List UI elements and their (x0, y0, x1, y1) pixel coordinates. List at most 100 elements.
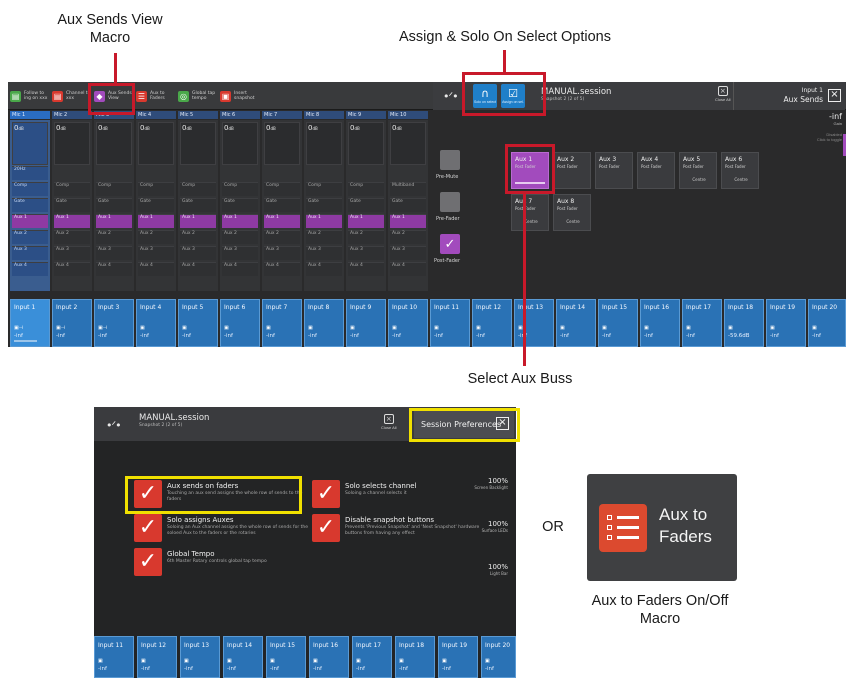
aux-row[interactable]: Aux 4 (222, 262, 258, 276)
aux-bus-button[interactable]: Aux 6 Post Fader Centre (721, 152, 759, 189)
macro-aux-to-faders[interactable]: ☰ Aux to Faders (136, 87, 178, 105)
comp-row[interactable]: Comp (222, 182, 258, 196)
channel-header[interactable]: Mic 9 (346, 111, 386, 119)
input-fader[interactable]: Input 17 ▣ -inf (352, 636, 392, 678)
aux-row[interactable]: Aux 1 (264, 214, 300, 228)
input-fader[interactable]: Input 9 ▣ -inf (346, 299, 386, 347)
comp-row[interactable]: Comp (180, 182, 216, 196)
post-fader-check-icon[interactable]: ✓ (440, 234, 460, 254)
aux-row[interactable]: Aux 1 (12, 214, 48, 228)
aux-row[interactable]: Aux 3 (222, 246, 258, 260)
aux-row[interactable]: Aux 1 (138, 214, 174, 228)
input-fader[interactable]: Input 12 ▣ -inf (137, 636, 177, 678)
input-fader[interactable]: Input 16 ▣ -inf (640, 299, 680, 347)
input-fader[interactable]: Input 4 ▣ -inf (136, 299, 176, 347)
gate-row[interactable]: Gate (54, 198, 90, 212)
aux-bus-button[interactable]: Aux 8 Post Fader Centre (553, 194, 591, 231)
macro-insert-snapshot[interactable]: ▣ Insert snapshot (220, 87, 262, 105)
check-icon[interactable]: ✓ (134, 548, 162, 576)
aux-bus-button[interactable]: Aux 2 Post Fader (553, 152, 591, 189)
input-fader[interactable]: Input 10 ▣ -inf (388, 299, 428, 347)
input-fader[interactable]: Input 3 ▣⊣ -inf (94, 299, 134, 347)
input-fader[interactable]: Input 13▣-inf (514, 299, 554, 347)
aux-bus-button[interactable]: Aux 7 Post Fader Centre (511, 194, 549, 231)
comp-row[interactable]: Comp (348, 182, 384, 196)
aux-row[interactable]: Aux 1 (54, 214, 90, 228)
aux-row[interactable]: Aux 3 (348, 246, 384, 260)
aux-row[interactable]: Aux 1 (348, 214, 384, 228)
input-fader[interactable]: Input 14 ▣ -inf (223, 636, 263, 678)
aux-row[interactable]: Aux 4 (138, 262, 174, 276)
multiband-row[interactable]: Multiband (390, 182, 426, 196)
aux-row[interactable]: Aux 4 (390, 262, 426, 276)
aux-row[interactable]: Aux 4 (180, 262, 216, 276)
aux-row[interactable]: Aux 3 (390, 246, 426, 260)
input-fader[interactable]: Input 5 ▣ -inf (178, 299, 218, 347)
macro-global-tempo[interactable]: ◎ Global tap tempo (178, 87, 220, 105)
input-fader[interactable]: Input 13▣-inf (180, 636, 220, 678)
comp-row[interactable]: Comp (306, 182, 342, 196)
aux-bus-button[interactable]: Aux 3 Post Fader (595, 152, 633, 189)
aux-row[interactable]: Aux 1 (180, 214, 216, 228)
gate-row[interactable]: Gate (96, 198, 132, 212)
aux-row[interactable]: Aux 3 (264, 246, 300, 260)
input-fader[interactable]: Input 6 ▣ -inf (220, 299, 260, 347)
aux-row[interactable]: Aux 4 (54, 262, 90, 276)
close-panel-icon[interactable]: × (828, 89, 841, 102)
surface-leds-level[interactable]: 100% Surface LEDs (482, 520, 508, 533)
aux-row[interactable]: Aux 1 (96, 214, 132, 228)
input-fader[interactable]: Input 2 ▣⊣ -inf (52, 299, 92, 347)
aux-row[interactable]: Aux 3 (306, 246, 342, 260)
gate-row[interactable]: Gate (138, 198, 174, 212)
gate-row[interactable]: Gate (180, 198, 216, 212)
macro-button-1[interactable]: ▤ Follow to ing on xxx (10, 87, 52, 105)
aux-row[interactable]: Aux 2 (138, 230, 174, 244)
input-fader[interactable]: Input 19 ▣ -inf (766, 299, 806, 347)
channel-header[interactable]: Mic 2 (52, 111, 92, 119)
aux-row[interactable]: Aux 1 (222, 214, 258, 228)
aux-row[interactable]: Aux 4 (96, 262, 132, 276)
aux-row[interactable]: Aux 2 (390, 230, 426, 244)
channel-header[interactable]: Mic 10 (388, 111, 428, 119)
gate-row[interactable]: Gate (306, 198, 342, 212)
gate-row[interactable]: Gate (390, 198, 426, 212)
aux-row[interactable]: Aux 2 (348, 230, 384, 244)
gate-row[interactable]: Gate (264, 198, 300, 212)
gate-row[interactable]: Gate (222, 198, 258, 212)
input-fader[interactable]: Input 11 ▣ -inf (94, 636, 134, 678)
input-fader[interactable]: Input 15 ▣ -inf (598, 299, 638, 347)
input-fader[interactable]: Input 18 ▣ -inf (395, 636, 435, 678)
channel-header[interactable]: Mic 4 (136, 111, 176, 119)
channel-header[interactable]: Mic 7 (262, 111, 302, 119)
scroll-indicator[interactable] (843, 134, 846, 156)
comp-row[interactable]: Comp (96, 182, 132, 196)
aux-row[interactable]: Aux 4 (306, 262, 342, 276)
aux-row[interactable]: Aux 2 (96, 230, 132, 244)
input-fader[interactable]: Input 19 ▣ -inf (438, 636, 478, 678)
aux-row[interactable]: Aux 3 (54, 246, 90, 260)
aux-row[interactable]: Aux 2 (264, 230, 300, 244)
channel-header[interactable]: Mic 1 (10, 111, 50, 119)
gate-row[interactable]: Gate (12, 198, 48, 212)
gate-row[interactable]: Gate (348, 198, 384, 212)
aux-row[interactable]: Aux 4 (348, 262, 384, 276)
aux-row[interactable]: Aux 3 (96, 246, 132, 260)
comp-row[interactable]: Comp (54, 182, 90, 196)
channel-header[interactable]: Mic 5 (178, 111, 218, 119)
input-fader[interactable]: Input 17 ▣ -inf (682, 299, 722, 347)
aux-row[interactable]: Aux 3 (180, 246, 216, 260)
hpf-row[interactable]: 20Hz (12, 166, 48, 180)
check-icon[interactable]: ✓ (312, 514, 340, 542)
input-fader[interactable]: Input 20 ▣ -inf (808, 299, 846, 347)
comp-row[interactable]: Comp (12, 182, 48, 196)
check-icon[interactable]: ✓ (312, 480, 340, 508)
input-fader[interactable]: Input 20 ▣ -inf (481, 636, 516, 678)
aux-to-faders-macro[interactable]: Aux to Faders (587, 474, 737, 581)
aux-row[interactable]: Aux 4 (264, 262, 300, 276)
aux-row[interactable]: Aux 2 (12, 230, 48, 244)
aux-row[interactable]: Aux 3 (138, 246, 174, 260)
input-fader[interactable]: Input 1 ▣⊣ -inf (10, 299, 50, 347)
light-bar-level[interactable]: 100% Light Bar (488, 563, 508, 576)
aux-row[interactable]: Aux 2 (306, 230, 342, 244)
screen-backlight-level[interactable]: 100% Screen Backlight (474, 477, 508, 490)
